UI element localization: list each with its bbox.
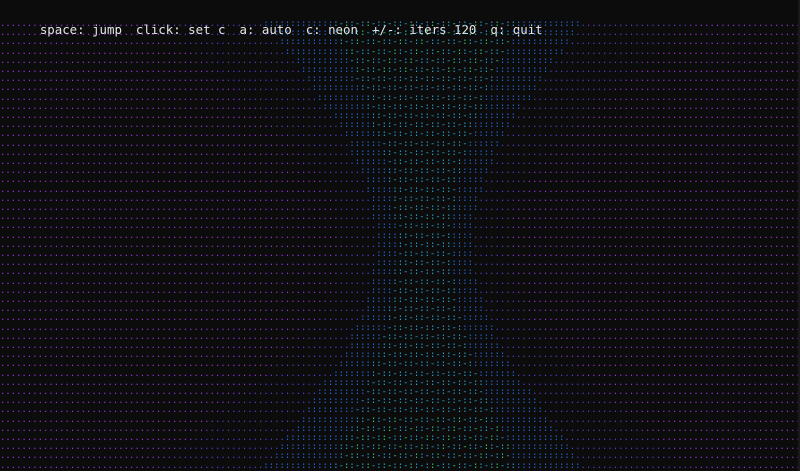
status-bar: space: jump click: set c a: auto c: neon +/-…: [0, 0, 800, 37]
fractal-row: ........................................…: [0, 460, 800, 471]
fractal-canvas[interactable]: ........................................…: [0, 20, 800, 471]
